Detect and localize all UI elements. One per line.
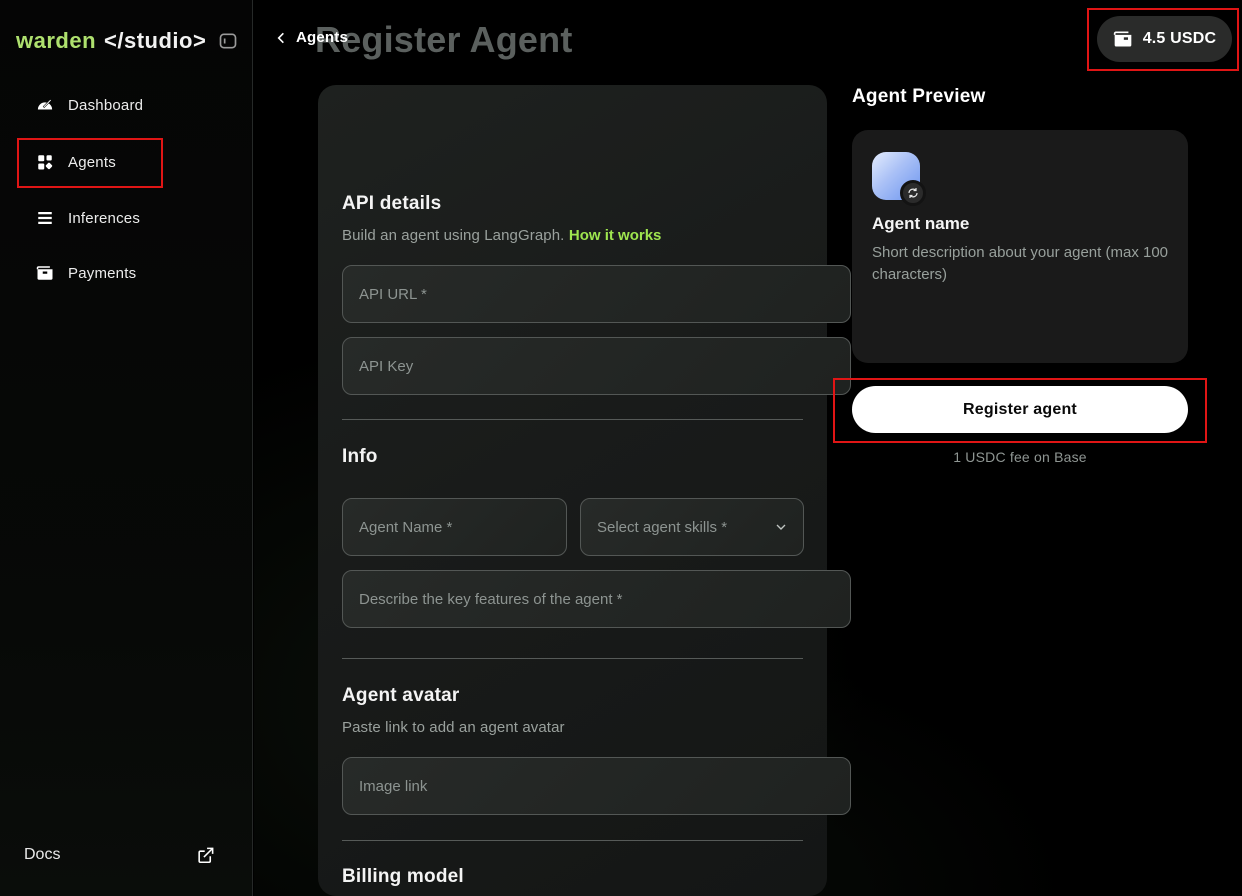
- section-divider: [342, 840, 803, 841]
- sidebar-item-dashboard[interactable]: Dashboard: [16, 85, 237, 125]
- section-divider: [342, 658, 803, 659]
- sidebar-item-label: Agents: [68, 154, 116, 171]
- agent-name-input[interactable]: [342, 498, 567, 556]
- agent-skills-placeholder: Select agent skills *: [597, 519, 727, 536]
- grid-icon: [36, 153, 54, 171]
- api-details-subtitle: Build an agent using LangGraph. How it w…: [342, 227, 803, 245]
- sidebar-toggle-icon[interactable]: [218, 31, 238, 51]
- sidebar-item-label: Dashboard: [68, 97, 143, 114]
- register-agent-form: API details Build an agent using LangGra…: [318, 85, 827, 896]
- page-title: Register Agent: [315, 19, 573, 61]
- sidebar-docs-link[interactable]: Docs: [0, 838, 253, 872]
- app-root: warden </studio> Dashboard: [0, 0, 1242, 896]
- back-to-agents-link[interactable]: Agents: [274, 29, 348, 46]
- refresh-avatar-icon[interactable]: [900, 180, 926, 206]
- agent-avatar-subtitle: Paste link to add an agent avatar: [342, 719, 803, 736]
- chevron-down-icon: [773, 519, 789, 535]
- logo-suffix-text: </studio>: [104, 28, 206, 54]
- main-content: Register Agent Agents 4.5 USDC API: [254, 0, 1242, 896]
- wallet-icon: [36, 264, 54, 282]
- register-agent-button[interactable]: Register agent: [852, 386, 1188, 433]
- external-link-icon: [196, 846, 215, 865]
- image-link-input[interactable]: [342, 757, 851, 815]
- api-url-input[interactable]: [342, 265, 851, 323]
- fee-note: 1 USDC fee on Base: [852, 449, 1188, 465]
- docs-link-label: Docs: [24, 846, 60, 864]
- sidebar-item-inferences[interactable]: Inferences: [16, 198, 237, 238]
- api-key-input[interactable]: [342, 337, 851, 395]
- agent-preview-title: Agent Preview: [852, 86, 986, 108]
- api-details-title: API details: [342, 193, 803, 215]
- preview-agent-name: Agent name: [872, 214, 969, 234]
- chevron-left-icon: [274, 30, 290, 46]
- gauge-icon: [36, 96, 54, 114]
- sidebar-item-payments[interactable]: Payments: [16, 253, 237, 293]
- back-link-label: Agents: [296, 29, 348, 46]
- logo-brand-text: warden: [16, 28, 96, 54]
- sidebar: warden </studio> Dashboard: [0, 0, 253, 896]
- agent-description-input[interactable]: [342, 570, 851, 628]
- section-divider: [342, 419, 803, 420]
- wallet-icon: [1113, 29, 1133, 49]
- wallet-balance-button[interactable]: 4.5 USDC: [1097, 16, 1232, 62]
- info-title: Info: [342, 446, 803, 468]
- sidebar-item-label: Payments: [68, 265, 136, 282]
- agent-avatar-title: Agent avatar: [342, 685, 803, 707]
- agent-skills-select[interactable]: Select agent skills *: [580, 498, 804, 556]
- sidebar-item-label: Inferences: [68, 210, 140, 227]
- preview-agent-description: Short description about your agent (max …: [872, 242, 1170, 286]
- rows-icon: [36, 209, 54, 227]
- agent-preview-card: Agent name Short description about your …: [852, 130, 1188, 363]
- wallet-balance-value: 4.5 USDC: [1143, 30, 1217, 48]
- app-logo: warden </studio>: [16, 28, 238, 54]
- sidebar-item-agents[interactable]: Agents: [16, 142, 237, 182]
- billing-model-title: Billing model: [342, 866, 803, 888]
- how-it-works-link[interactable]: How it works: [569, 227, 662, 244]
